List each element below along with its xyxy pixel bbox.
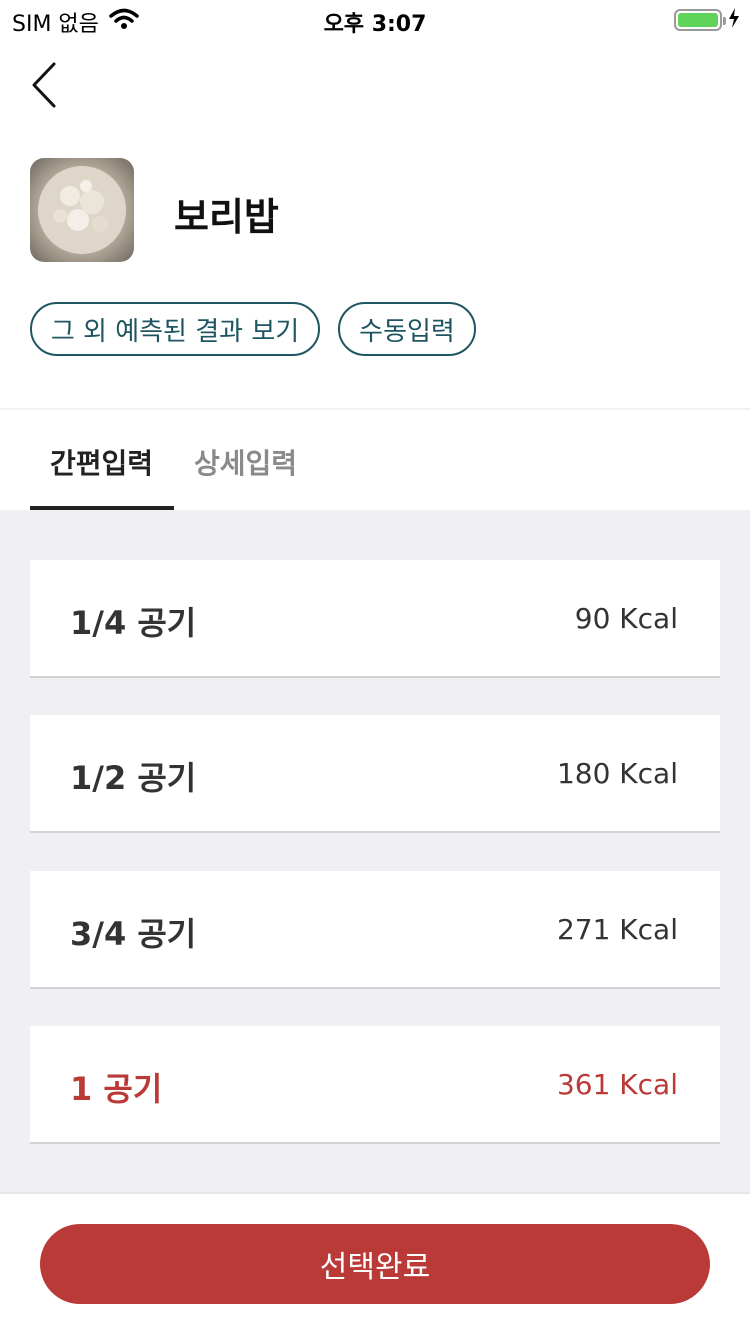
portion-row-half[interactable]: 1/2 공기 180 Kcal bbox=[30, 715, 720, 833]
food-name: 보리밥 bbox=[174, 195, 279, 239]
charging-icon bbox=[728, 8, 740, 32]
manual-input-button[interactable]: 수동입력 bbox=[338, 302, 476, 356]
input-tabs: 간편입력 상세입력 bbox=[0, 410, 750, 510]
bottom-bar: 선택완료 bbox=[0, 1192, 750, 1334]
back-button[interactable] bbox=[26, 60, 66, 110]
portion-kcal: 271 Kcal bbox=[556, 913, 678, 946]
portion-row-three-quarter[interactable]: 3/4 공기 271 Kcal bbox=[30, 871, 720, 989]
portion-kcal: 90 Kcal bbox=[574, 602, 678, 635]
portion-row-full[interactable]: 1 공기 361 Kcal bbox=[30, 1026, 720, 1144]
confirm-selection-button[interactable]: 선택완료 bbox=[40, 1224, 710, 1304]
portion-row-quarter[interactable]: 1/4 공기 90 Kcal bbox=[30, 560, 720, 678]
portion-label: 3/4 공기 bbox=[70, 915, 197, 953]
status-bar: SIM 없음 오후 3:07 bbox=[0, 0, 750, 40]
portion-kcal: 361 Kcal bbox=[556, 1068, 678, 1101]
portion-label: 1/4 공기 bbox=[70, 604, 197, 642]
tab-detailed-input[interactable]: 상세입력 bbox=[194, 442, 297, 482]
portion-label: 1/2 공기 bbox=[70, 759, 197, 797]
food-photo bbox=[30, 158, 134, 262]
portion-label: 1 공기 bbox=[70, 1070, 163, 1108]
battery-area bbox=[674, 8, 740, 32]
tab-simple-input[interactable]: 간편입력 bbox=[50, 442, 153, 482]
chevron-left-icon bbox=[26, 62, 66, 114]
portion-kcal: 180 Kcal bbox=[556, 757, 678, 790]
more-results-button[interactable]: 그 외 예측된 결과 보기 bbox=[30, 302, 320, 356]
portion-list: 1/4 공기 90 Kcal 1/2 공기 180 Kcal 3/4 공기 27… bbox=[0, 510, 750, 1194]
battery-icon bbox=[674, 9, 726, 31]
status-time: 오후 3:07 bbox=[323, 12, 427, 37]
